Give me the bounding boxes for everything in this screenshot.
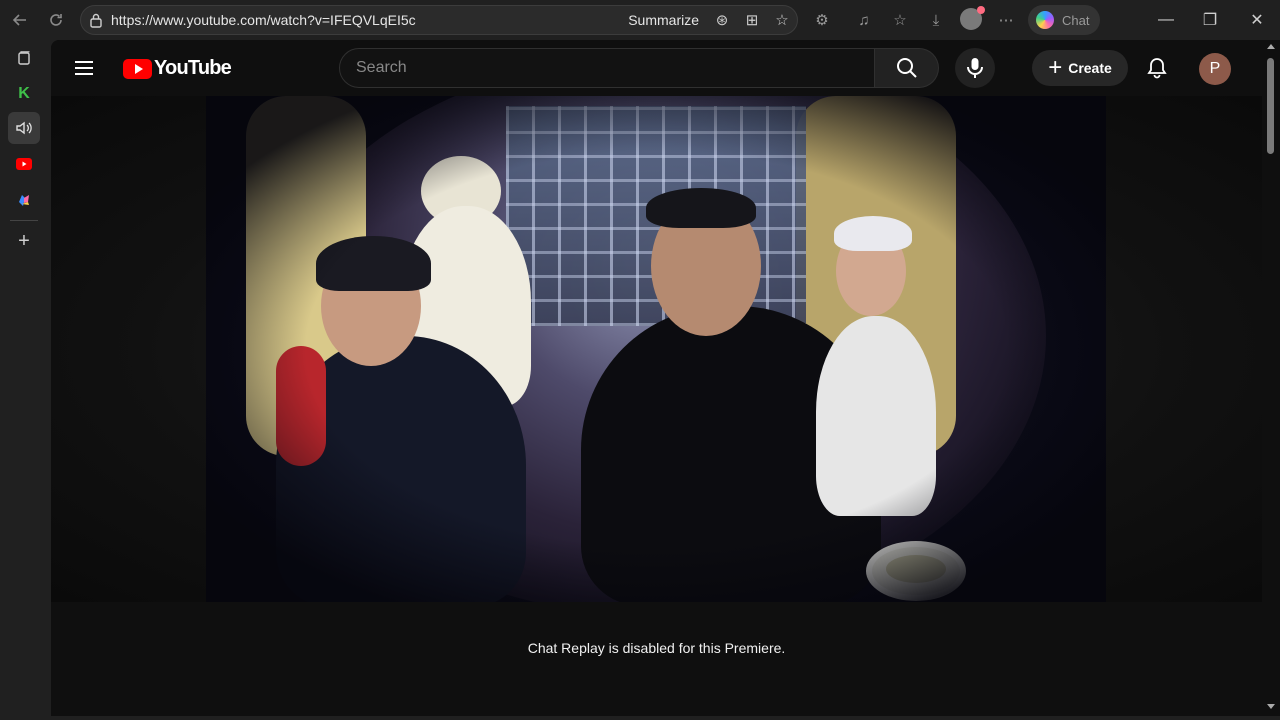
page-scrollbar[interactable] xyxy=(1262,40,1280,716)
account-avatar[interactable]: P xyxy=(1199,53,1231,85)
plus-icon: + xyxy=(1048,54,1063,81)
summarize-icon[interactable]: ⊛ xyxy=(707,11,737,29)
close-icon[interactable]: ✕ xyxy=(1245,8,1269,32)
add-icon[interactable]: + xyxy=(8,225,40,257)
youtube-icon[interactable] xyxy=(8,148,40,180)
copilot-icon[interactable] xyxy=(8,184,40,216)
refresh-icon xyxy=(50,14,62,26)
scroll-up-arrow-icon[interactable] xyxy=(1267,44,1275,49)
k-app-icon[interactable]: K xyxy=(8,78,40,110)
video-frame[interactable] xyxy=(206,96,1106,602)
more-icon[interactable]: ⋯ xyxy=(994,8,1018,32)
search-box[interactable] xyxy=(339,48,875,88)
extensions-icon[interactable]: ⚙ xyxy=(810,8,834,32)
bell-icon xyxy=(1147,58,1167,79)
summarize-button[interactable]: Summarize xyxy=(628,12,699,28)
refresh-button[interactable] xyxy=(40,4,72,36)
address-bar[interactable]: https://www.youtube.com/watch?v=IFEQVLqE… xyxy=(80,5,798,35)
downloads-icon[interactable]: ⤓ xyxy=(924,8,948,32)
browser-sidebar: K + xyxy=(0,40,48,720)
youtube-header: YouTube + Create P xyxy=(51,40,1280,96)
notifications-button[interactable] xyxy=(1145,56,1169,80)
search-input[interactable] xyxy=(356,59,874,77)
scrollbar-thumb[interactable] xyxy=(1267,58,1274,154)
favorite-star-icon[interactable]: ☆ xyxy=(767,11,797,29)
search-button[interactable] xyxy=(875,48,939,88)
search-icon xyxy=(896,58,917,78)
tabs-icon[interactable] xyxy=(8,42,40,74)
copilot-icon xyxy=(1036,11,1054,29)
create-label: Create xyxy=(1068,60,1112,76)
browser-toolbar: https://www.youtube.com/watch?v=IFEQVLqE… xyxy=(0,0,1280,40)
chat-replay-message: Chat Replay is disabled for this Premier… xyxy=(527,640,786,656)
lock-icon xyxy=(81,12,111,28)
profile-icon[interactable] xyxy=(960,6,985,30)
scroll-down-arrow-icon[interactable] xyxy=(1267,704,1275,709)
copilot-chat-button[interactable]: Chat xyxy=(1028,5,1100,35)
youtube-logo[interactable]: YouTube xyxy=(123,57,232,80)
favorites-icon[interactable]: ☆ xyxy=(888,8,912,32)
youtube-play-icon xyxy=(123,58,152,79)
youtube-logo-text: YouTube xyxy=(154,57,232,79)
minimize-icon[interactable]: — xyxy=(1154,8,1178,32)
lens-vignette xyxy=(206,96,1106,602)
sidebar-divider xyxy=(10,220,38,221)
url-text[interactable]: https://www.youtube.com/watch?v=IFEQVLqE… xyxy=(111,12,628,28)
split-tab-icon[interactable]: ⊞ xyxy=(737,11,767,29)
back-icon xyxy=(12,14,26,26)
audio-icon[interactable] xyxy=(8,112,40,144)
youtube-page: YouTube + Create P xyxy=(51,40,1280,716)
voice-search-button[interactable] xyxy=(955,48,995,88)
read-aloud-icon[interactable]: ♫ xyxy=(852,8,876,32)
back-button[interactable] xyxy=(4,4,36,36)
microphone-icon xyxy=(967,58,983,78)
menu-icon[interactable] xyxy=(75,56,99,80)
video-player[interactable] xyxy=(51,96,1262,602)
notification-dot xyxy=(977,6,985,14)
restore-icon[interactable]: ❐ xyxy=(1198,8,1222,32)
create-button[interactable]: + Create xyxy=(1032,50,1128,86)
chat-label: Chat xyxy=(1062,12,1090,28)
